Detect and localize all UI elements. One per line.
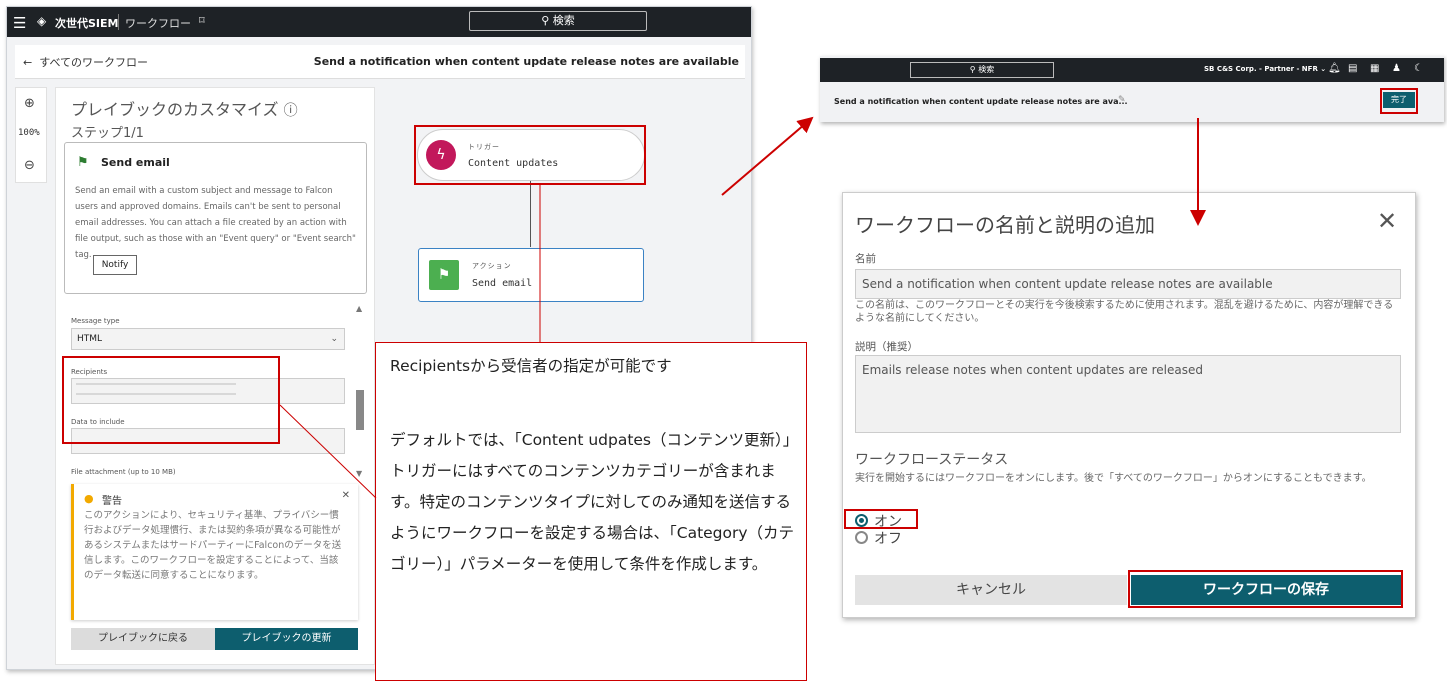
recipients-leader-line — [279, 404, 377, 499]
arrow-to-header — [721, 116, 814, 196]
annotation-arrows — [279, 116, 1206, 499]
